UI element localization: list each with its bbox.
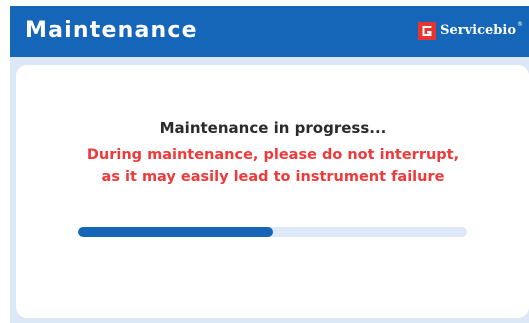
progress-bar (78, 227, 467, 237)
header-bar: Maintenance Servicebio ® (10, 6, 529, 57)
servicebio-g-logo-icon (418, 22, 437, 40)
maintenance-window: Maintenance Servicebio ® Maintenance in … (0, 0, 529, 323)
brand: Servicebio ® (418, 21, 523, 41)
progress-bar-fill (78, 227, 273, 237)
brand-registered-mark: ® (517, 21, 523, 28)
warning-text-line-2: as it may easily lead to instrument fail… (101, 169, 445, 185)
status-card (16, 65, 529, 318)
page-title: Maintenance (25, 18, 198, 43)
brand-name: Servicebio (440, 23, 516, 38)
status-text: Maintenance in progress... (159, 119, 387, 137)
warning-text-line-1: During maintenance, please do not interr… (86, 147, 460, 163)
